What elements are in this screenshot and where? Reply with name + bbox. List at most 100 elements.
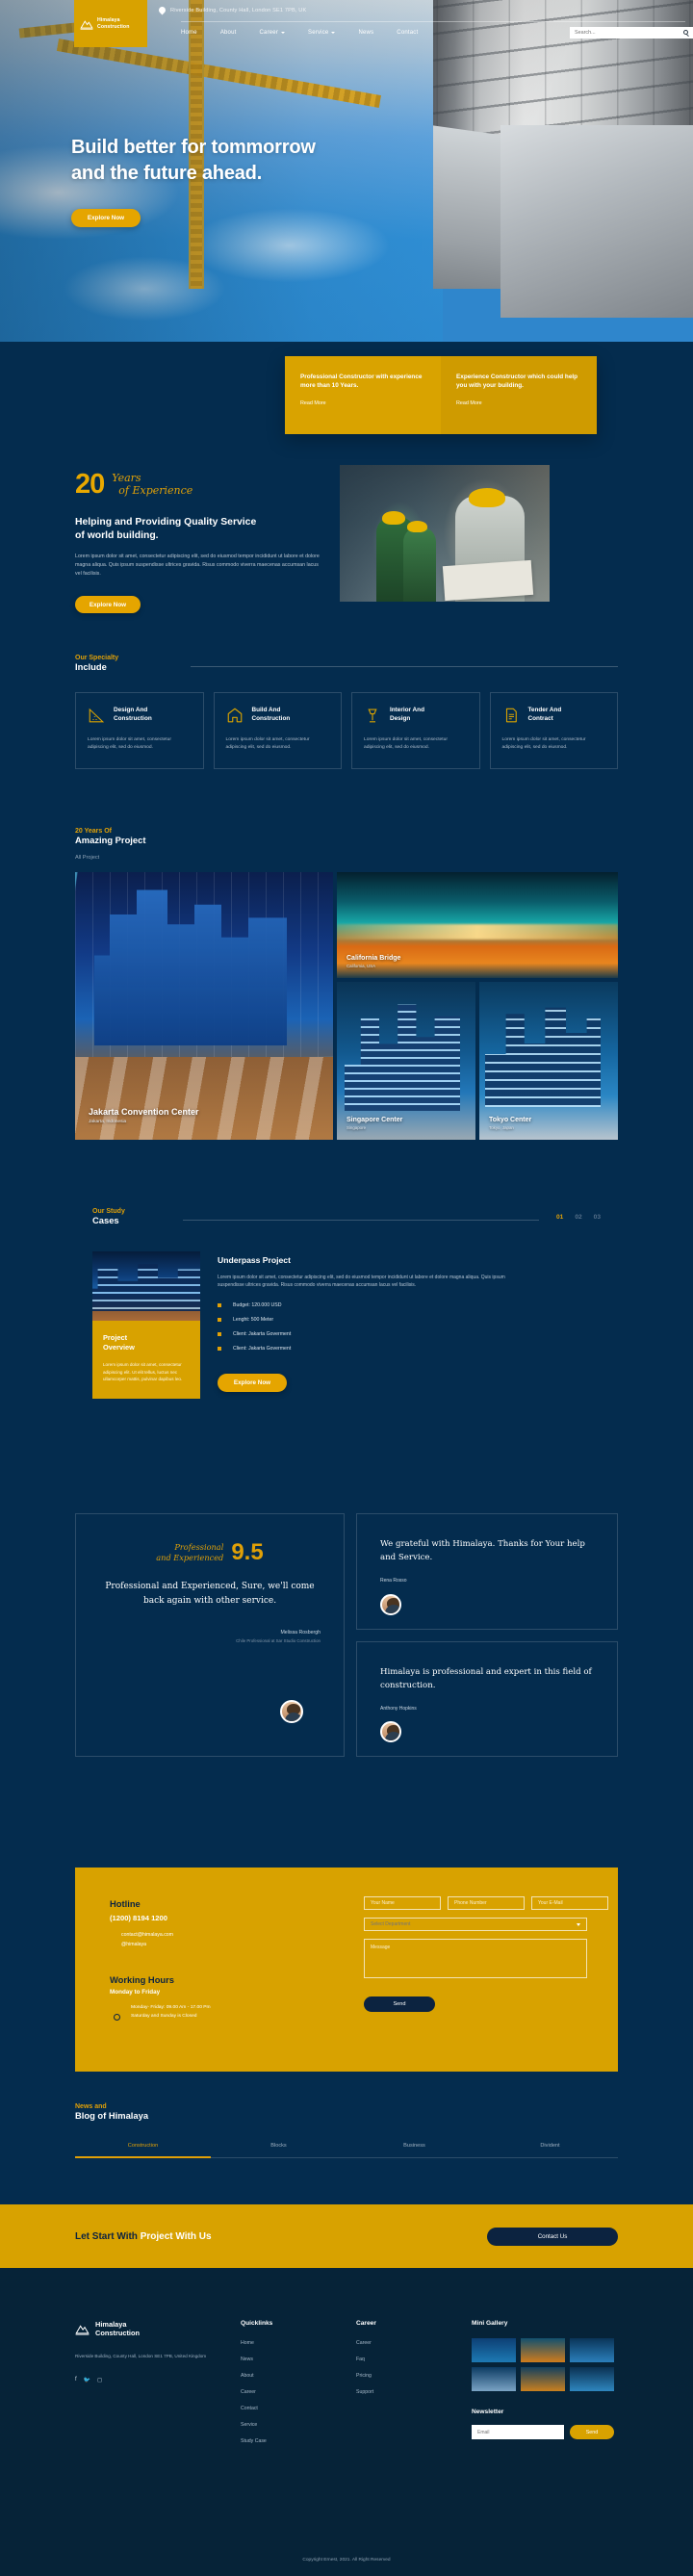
gallery-thumb[interactable]: [521, 2338, 565, 2362]
newsletter-send-button[interactable]: Send: [570, 2425, 614, 2439]
nav-item-about[interactable]: About: [220, 30, 237, 36]
footer-logo[interactable]: Himalaya Construction: [75, 2320, 219, 2337]
search-icon[interactable]: [683, 30, 688, 35]
cases-page-03[interactable]: 03: [594, 1214, 601, 1221]
gallery-thumb[interactable]: [570, 2338, 614, 2362]
footer-link-pricing[interactable]: Pricing: [356, 2373, 450, 2379]
testimonial-card-2: Himalaya is professional and expert in t…: [356, 1640, 618, 1757]
project-card-california[interactable]: California Bridge California, USA: [337, 872, 618, 978]
footer-link-career2[interactable]: Career: [356, 2340, 450, 2346]
specialty-title: Include: [75, 661, 107, 672]
specialty-card-build[interactable]: Build And Construction Lorem ipsum dolor…: [213, 692, 342, 769]
header-rule: [191, 666, 618, 667]
footer-newsletter: Newsletter Send: [472, 2409, 618, 2439]
info-card-2: Experience Constructor which could help …: [441, 356, 597, 434]
facebook-icon[interactable]: f: [75, 2377, 77, 2383]
experience-photo: [340, 465, 550, 602]
nav-item-career[interactable]: Career: [260, 30, 286, 36]
specialty-card-text: Lorem ipsum dolor sit amet, consectetur …: [225, 737, 310, 750]
gallery-thumb[interactable]: [472, 2367, 516, 2391]
case-fact-text: Client: Jakarta Goverment: [233, 1345, 292, 1352]
project-name: Tokyo Center: [489, 1117, 532, 1123]
hero-explore-button[interactable]: Explore Now: [71, 209, 141, 227]
nav-label: Service: [308, 30, 329, 36]
nav-item-home[interactable]: Home: [181, 30, 197, 36]
contact-email[interactable]: contact@himalaya.com: [110, 1932, 350, 1938]
contact-name-input[interactable]: [364, 1896, 441, 1910]
newsletter-row: Send: [472, 2425, 618, 2439]
footer-column-career: Career Career Faq Pricing Support: [356, 2320, 450, 2455]
contact-info: Hotline (1200) 8194 1200 contact@himalay…: [110, 1898, 350, 2021]
hero-section: Build better for tommorrow and the futur…: [0, 0, 693, 342]
hotline-number[interactable]: (1200) 8194 1200: [110, 1914, 350, 1922]
info-card-1-readmore[interactable]: Read More: [300, 400, 326, 406]
experience-explore-button[interactable]: Explore Now: [75, 596, 141, 613]
footer-link-faq[interactable]: Faq: [356, 2357, 450, 2362]
newsletter-email-input[interactable]: [472, 2425, 564, 2439]
info-card-2-readmore[interactable]: Read More: [456, 400, 482, 406]
header-rule: [183, 1220, 539, 1221]
twitter-icon[interactable]: 🐦: [84, 2377, 90, 2383]
working-hours-line1: Monday- Friday: 09.00 Am - 17.00 Pm: [131, 2005, 211, 2010]
projects-filter[interactable]: All Project: [0, 855, 693, 861]
footer-link-service[interactable]: Service: [241, 2422, 335, 2428]
news-tab-blocks[interactable]: Blocks: [211, 2143, 346, 2158]
case-explore-button[interactable]: Explore Now: [218, 1373, 287, 1392]
experience-number: 20: [75, 469, 105, 500]
testimonials-secondary-column: We grateful with Himalaya. Thanks for Yo…: [356, 1513, 618, 1757]
testimonial-primary-quote: Professional and Experienced, Sure, we'l…: [105, 1582, 315, 1606]
news-tab-divident[interactable]: Divident: [482, 2143, 618, 2158]
nav-item-contact[interactable]: Contact: [397, 30, 418, 36]
footer-link-home[interactable]: Home: [241, 2340, 335, 2346]
testimonial-score-value: 9.5: [231, 1539, 264, 1565]
footer-link-news[interactable]: News: [241, 2357, 335, 2362]
footer-brand: Himalaya Construction Riverside Building…: [75, 2320, 219, 2455]
cta-contact-button[interactable]: Contact Us: [487, 2227, 618, 2246]
study-cases-section: Our Study Cases 01 02 03 Project Overvie…: [0, 1208, 693, 1399]
search-box[interactable]: [570, 27, 693, 39]
specialty-card-tender[interactable]: Tender And Contract Lorem ipsum dolor si…: [489, 692, 618, 769]
testimonial-score-label: Professional and Experienced: [156, 1542, 223, 1563]
page-root: Build better for tommorrow and the futur…: [0, 0, 693, 2576]
project-card-jakarta[interactable]: Jakarta Convention Center Jakarta, Indon…: [75, 872, 333, 1140]
dual-info-banner: Professional Constructor with experience…: [285, 356, 597, 434]
footer-link-contact[interactable]: Contact: [241, 2406, 335, 2411]
gallery-thumb[interactable]: [570, 2367, 614, 2391]
chevron-down-icon: [281, 32, 286, 34]
gallery-thumb[interactable]: [472, 2338, 516, 2362]
footer-link-about[interactable]: About: [241, 2373, 335, 2379]
nav-item-service[interactable]: Service: [308, 30, 336, 36]
project-card-tokyo[interactable]: Tokyo Center Tokyo, Japan: [479, 982, 618, 1140]
cases-page-02[interactable]: 02: [575, 1214, 581, 1221]
contact-send-button[interactable]: Send: [364, 1996, 435, 2012]
experience-section: 20 Years of Experience Helping and Provi…: [0, 438, 693, 659]
document-icon: [505, 708, 517, 723]
projects-section: 20 Years Of Amazing Project All Project …: [0, 828, 693, 1140]
nav-item-news[interactable]: News: [358, 30, 373, 36]
gallery-thumb[interactable]: [521, 2367, 565, 2391]
cases-page-01[interactable]: 01: [556, 1214, 563, 1221]
specialty-card-interior[interactable]: Interior And Design Lorem ipsum dolor si…: [351, 692, 480, 769]
news-tab-business[interactable]: Business: [346, 2143, 482, 2158]
contact-department-select[interactable]: [364, 1918, 587, 1931]
footer-link-study-case[interactable]: Study Case: [241, 2438, 335, 2444]
contact-handle[interactable]: @himalaya: [110, 1942, 350, 1947]
footer-link-support[interactable]: Support: [356, 2389, 450, 2395]
contact-message-textarea[interactable]: [364, 1939, 587, 1978]
avatar: [380, 1593, 401, 1615]
footer-column-quicklinks: Quicklinks Home News About Career Contac…: [241, 2320, 335, 2455]
ruler-triangle-icon: [89, 708, 105, 723]
footer-link-career[interactable]: Career: [241, 2389, 335, 2395]
news-tab-construction[interactable]: Construction: [75, 2143, 211, 2158]
chevron-down-icon[interactable]: [577, 1923, 580, 1926]
site-logo[interactable]: Himalaya Construction: [74, 0, 147, 47]
contact-email-input[interactable]: [531, 1896, 608, 1910]
specialty-card-design[interactable]: Design And Construction Lorem ipsum dolo…: [75, 692, 204, 769]
search-input[interactable]: [575, 30, 688, 36]
chevron-down-icon: [331, 32, 336, 34]
bullet-icon: [218, 1317, 221, 1322]
instagram-icon[interactable]: ◻: [97, 2377, 102, 2383]
contact-phone-input[interactable]: [448, 1896, 525, 1910]
project-card-singapore[interactable]: Singapore Center Singapore: [337, 982, 475, 1140]
info-card-1-title: Professional Constructor with experience…: [300, 374, 423, 389]
